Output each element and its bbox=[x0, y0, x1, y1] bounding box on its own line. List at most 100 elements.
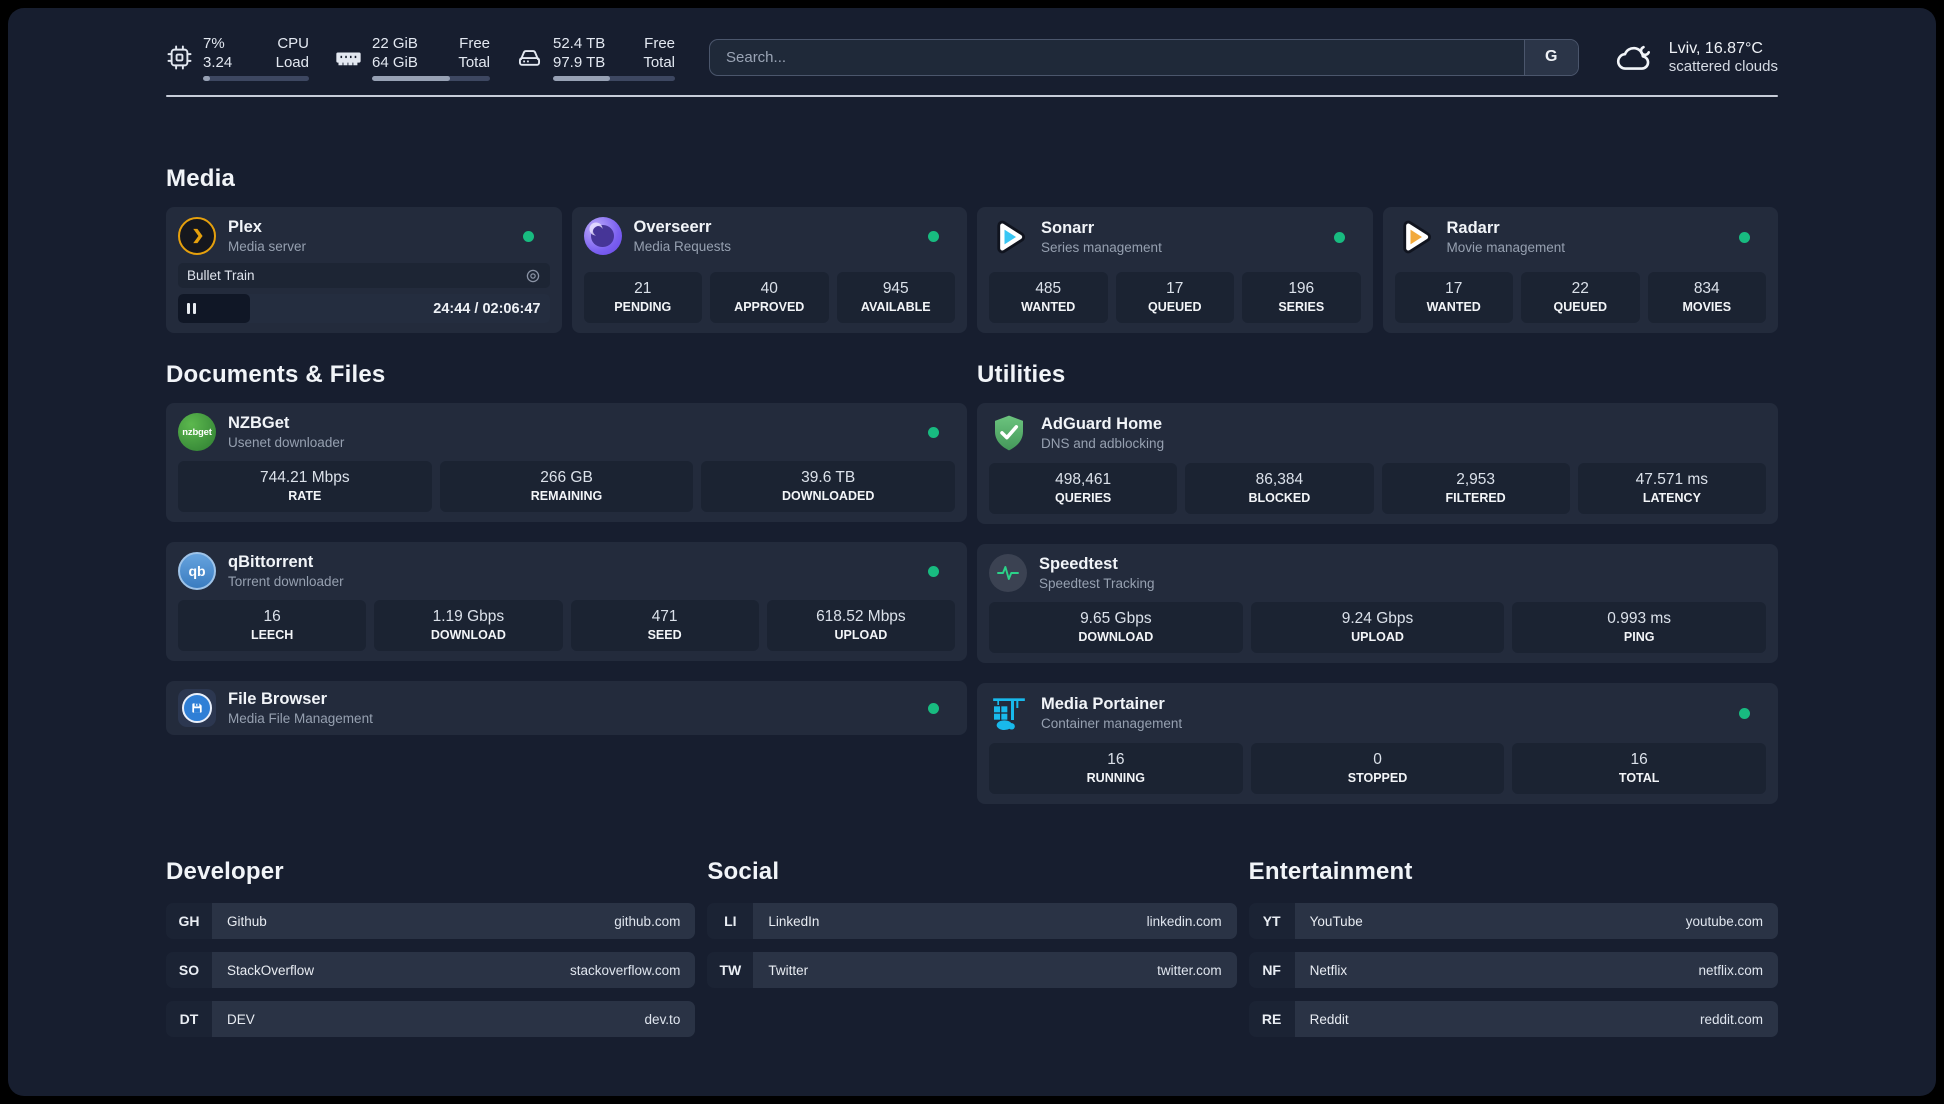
card-title: Overseerr bbox=[633, 218, 712, 236]
overseerr-card[interactable]: Overseerr Media Requests 21 PENDING 40 A… bbox=[571, 207, 967, 333]
stat-tile-queued: 17 QUEUED bbox=[1115, 272, 1234, 323]
card-title: Media Portainer bbox=[1041, 695, 1165, 713]
stat-tile-upload: 9.24 Gbps UPLOAD bbox=[1250, 602, 1505, 653]
filebrowser-card[interactable]: File Browser Media File Management bbox=[166, 681, 967, 735]
adguard-card[interactable]: AdGuard Home DNS and adblocking 498,461 … bbox=[977, 403, 1778, 524]
link-twitter[interactable]: TW Twitter twitter.com bbox=[707, 952, 1237, 988]
system-stats: 7% 3.24 CPU Load 22 GiB 64 GiB Free Tota… bbox=[166, 34, 675, 81]
stat-tile-ping: 0.993 ms PING bbox=[1512, 602, 1767, 653]
stat-tile-wanted: 17 WANTED bbox=[1394, 272, 1513, 323]
dashboard-panel: 7% 3.24 CPU Load 22 GiB 64 GiB Free Tota… bbox=[8, 8, 1936, 1096]
qbittorrent-card[interactable]: qb qBittorrent Torrent downloader 16 LEE… bbox=[166, 542, 967, 661]
status-dot bbox=[522, 230, 534, 242]
disk-icon bbox=[518, 49, 541, 66]
stat-tile-queued: 22 QUEUED bbox=[1521, 272, 1640, 323]
memory-progress-bar bbox=[372, 75, 490, 81]
now-playing-title: Bullet Train bbox=[187, 268, 255, 283]
cpu-values: 7% 3.24 bbox=[203, 34, 232, 72]
link-pill: StackOverflow stackoverflow.com bbox=[212, 952, 696, 988]
cloud-icon bbox=[1616, 45, 1650, 70]
card-title: Speedtest bbox=[1039, 555, 1118, 573]
card-subtitle: Usenet downloader bbox=[228, 435, 345, 450]
card-title: AdGuard Home bbox=[1041, 415, 1163, 433]
storage-values: 52.4 TB 97.9 TB bbox=[553, 34, 605, 72]
status-dot bbox=[1739, 707, 1750, 719]
filebrowser-icon bbox=[178, 689, 216, 727]
link-youtube[interactable]: YT YouTube youtube.com bbox=[1248, 903, 1778, 939]
youtube-abbr-icon: YT bbox=[1248, 903, 1295, 939]
plex-card[interactable]: Plex Media server Bullet Train 24:44 / 0… bbox=[166, 207, 562, 333]
card-subtitle: DNS and adblocking bbox=[1041, 436, 1165, 451]
twitter-abbr-icon: TW bbox=[707, 952, 754, 988]
link-reddit[interactable]: RE Reddit reddit.com bbox=[1248, 1001, 1778, 1037]
speedtest-icon bbox=[989, 554, 1027, 592]
link-pill: YouTube youtube.com bbox=[1294, 903, 1778, 939]
storage-progress-bar bbox=[553, 75, 675, 81]
entertainment-section-title: Entertainment bbox=[1248, 858, 1413, 885]
weather-location: Lviv, 16.87°C bbox=[1668, 39, 1763, 57]
link-linkedin[interactable]: LI LinkedIn linkedin.com bbox=[707, 903, 1237, 939]
playback-progress-bar[interactable]: 24:44 / 02:06:47 bbox=[178, 294, 550, 323]
status-dot bbox=[928, 702, 939, 714]
sonarr-icon bbox=[997, 220, 1025, 254]
github-abbr-icon: GH bbox=[166, 903, 212, 939]
storage-free-value: 52.4 TB bbox=[553, 34, 606, 52]
portainer-card[interactable]: Media Portainer Container management 16 … bbox=[977, 683, 1778, 804]
cpu-labels: CPU Load bbox=[275, 34, 309, 71]
radarr-card[interactable]: Radarr Movie management 17 WANTED 22 QUE… bbox=[1382, 207, 1778, 333]
memory-free-value: 22 GiB bbox=[372, 34, 418, 52]
cpu-icon bbox=[167, 45, 192, 69]
documents-section-title: Documents & Files bbox=[166, 361, 386, 388]
plex-icon bbox=[178, 217, 216, 255]
stat-tile-latency: 47.571 ms LATENCY bbox=[1577, 463, 1766, 514]
link-pill: DEV dev.to bbox=[212, 1001, 696, 1037]
stat-tile-available: 945 AVAILABLE bbox=[836, 272, 955, 323]
media-section-title: Media bbox=[166, 165, 236, 192]
memory-stat: 22 GiB 64 GiB Free Total bbox=[335, 34, 490, 81]
search-bar[interactable]: G bbox=[709, 38, 1579, 76]
stat-tile-download: 1.19 Gbps DOWNLOAD bbox=[374, 600, 563, 651]
utilities-section-title: Utilities bbox=[977, 361, 1066, 388]
card-subtitle: Media Requests bbox=[633, 239, 732, 254]
sonarr-card[interactable]: Sonarr Series management 485 WANTED 17 Q… bbox=[977, 207, 1373, 333]
link-name: YouTube bbox=[1309, 913, 1363, 929]
link-url: netflix.com bbox=[1698, 962, 1763, 978]
cpu-usage-value: 7% bbox=[203, 34, 225, 52]
card-title: Plex bbox=[228, 218, 262, 236]
link-dev[interactable]: DT DEV dev.to bbox=[166, 1001, 696, 1037]
card-title: qBittorrent bbox=[228, 553, 314, 571]
developer-section-title: Developer bbox=[166, 858, 284, 885]
link-github[interactable]: GH Github github.com bbox=[166, 903, 696, 939]
cpu-progress-bar bbox=[203, 75, 309, 81]
stat-tile-blocked: 86,384 BLOCKED bbox=[1185, 463, 1374, 514]
stat-tile-filtered: 2,953 FILTERED bbox=[1381, 463, 1570, 514]
link-netflix[interactable]: NF Netflix netflix.com bbox=[1248, 952, 1778, 988]
portainer-icon bbox=[993, 698, 1025, 730]
stat-tile-leech: 16 LEECH bbox=[178, 600, 367, 651]
search-engine-button[interactable]: G bbox=[1523, 39, 1578, 75]
stat-tile-stopped: 0 STOPPED bbox=[1250, 743, 1505, 794]
link-url: dev.to bbox=[644, 1011, 681, 1027]
card-subtitle: Media File Management bbox=[228, 711, 373, 726]
adguard-icon bbox=[995, 415, 1023, 451]
stat-tile-approved: 40 APPROVED bbox=[710, 272, 829, 323]
link-url: stackoverflow.com bbox=[570, 962, 681, 978]
card-subtitle: Movie management bbox=[1446, 240, 1566, 255]
stat-tile-total: 16 TOTAL bbox=[1512, 743, 1767, 794]
link-url: linkedin.com bbox=[1146, 913, 1222, 929]
weather-widget[interactable]: Lviv, 16.87°C scattered clouds bbox=[1615, 40, 1778, 75]
storage-total-value: 97.9 TB bbox=[553, 53, 606, 71]
status-dot bbox=[928, 230, 939, 242]
stat-tile-movies: 834 MOVIES bbox=[1647, 272, 1766, 323]
memory-labels: Free Total bbox=[458, 34, 490, 71]
storage-stat: 52.4 TB 97.9 TB Free Total bbox=[516, 34, 675, 81]
nzbget-card[interactable]: nzbget NZBGet Usenet downloader 744.21 M… bbox=[166, 403, 967, 522]
now-playing-title-row: Bullet Train bbox=[178, 263, 550, 288]
card-title: NZBGet bbox=[228, 414, 290, 432]
card-subtitle: Series management bbox=[1041, 240, 1162, 255]
social-section-title: Social bbox=[707, 858, 780, 885]
speedtest-card[interactable]: Speedtest Speedtest Tracking 9.65 Gbps D… bbox=[977, 544, 1778, 663]
link-stackoverflow[interactable]: SO StackOverflow stackoverflow.com bbox=[166, 952, 696, 988]
search-input[interactable] bbox=[710, 39, 1524, 75]
status-dot bbox=[1333, 231, 1345, 243]
